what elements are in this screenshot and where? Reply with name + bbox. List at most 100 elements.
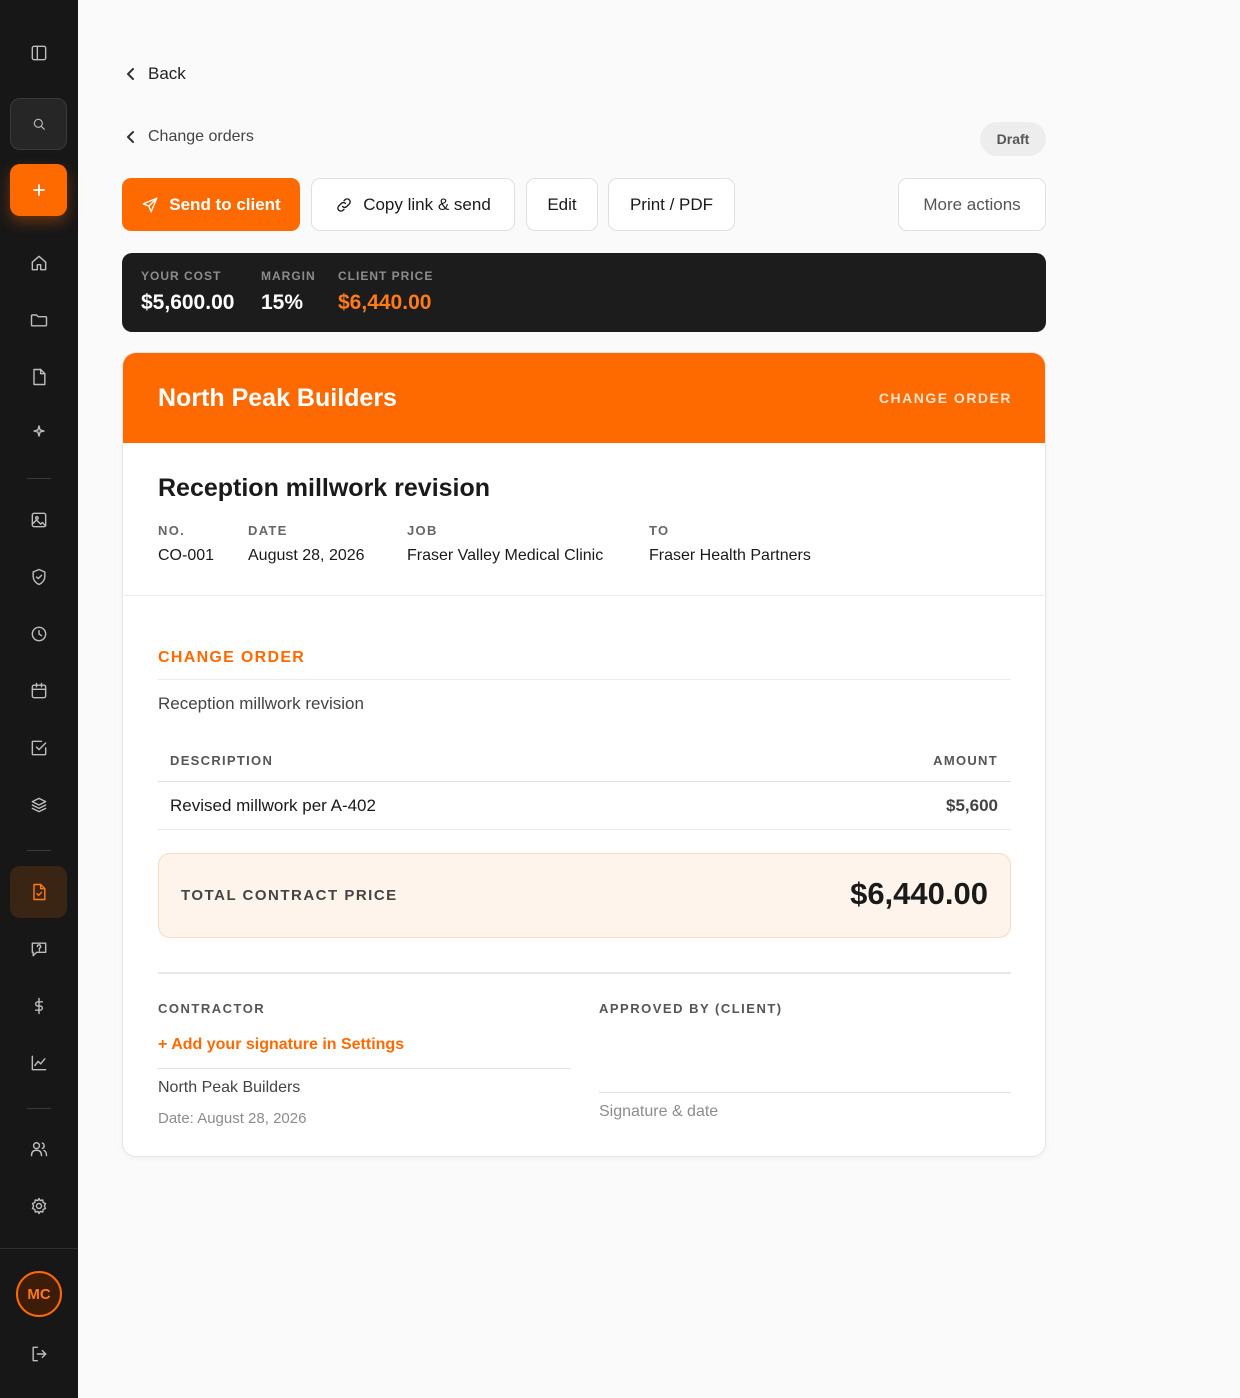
document-type: CHANGE ORDER xyxy=(878,390,1012,406)
sidebar-divider xyxy=(27,478,51,479)
contractor-date: Date: August 28, 2026 xyxy=(158,1110,307,1127)
status-badge: Draft xyxy=(980,122,1046,156)
your-cost: YOUR COST $5,600.00 xyxy=(141,269,234,315)
chart-line-icon xyxy=(31,1055,46,1071)
section-divider xyxy=(123,595,1045,596)
users-icon xyxy=(30,1142,47,1157)
chevron-left-icon xyxy=(127,68,134,80)
total-contract-price: TOTAL CONTRACT PRICE $6,440.00 xyxy=(158,853,1011,938)
sidebar-item-calendar[interactable] xyxy=(10,665,67,717)
sidebar-item-photos[interactable] xyxy=(10,494,67,546)
sidebar-item-reports[interactable] xyxy=(10,1037,67,1089)
client-signature-line xyxy=(599,1092,1011,1093)
search-icon xyxy=(33,118,45,130)
sidebar-item-documents[interactable] xyxy=(10,351,67,403)
logout-button[interactable] xyxy=(10,1328,67,1380)
back-label: Back xyxy=(148,64,186,83)
search-button[interactable] xyxy=(10,98,67,150)
pricing-summary: YOUR COST $5,600.00 MARGIN 15% CLIENT PR… xyxy=(122,253,1046,332)
sidebar-item-rfis[interactable] xyxy=(10,923,67,975)
client-price-value: $6,440.00 xyxy=(338,291,432,314)
main-content: Back Change orders Draft Send to client … xyxy=(78,0,1240,1398)
link-icon xyxy=(337,197,351,212)
file-icon xyxy=(32,368,46,386)
meta-to: TO Fraser Health Partners xyxy=(649,523,811,565)
company-name: North Peak Builders xyxy=(158,384,397,412)
client-approval-label: APPROVED BY (CLIENT) xyxy=(599,1001,783,1016)
copy-link-button[interactable]: Copy link & send xyxy=(311,178,515,231)
sidebar-item-invoices[interactable] xyxy=(10,980,67,1032)
sidebar-toggle-button[interactable] xyxy=(10,27,67,79)
breadcrumb-label: Change orders xyxy=(148,128,254,145)
meta-number: NO. CO-001 xyxy=(158,523,214,565)
margin-value: 15% xyxy=(261,291,304,314)
gear-icon xyxy=(31,1197,46,1215)
add-signature-link[interactable]: + Add your signature in Settings xyxy=(158,1036,404,1054)
section-title-divider xyxy=(158,679,1011,680)
more-actions-button[interactable]: More actions xyxy=(898,178,1046,231)
client-price-label: CLIENT PRICE xyxy=(338,269,434,283)
column-header-amount: AMOUNT xyxy=(933,753,998,768)
sidebar-item-templates[interactable] xyxy=(10,779,67,831)
sidebar-item-home[interactable] xyxy=(10,237,67,289)
folder-icon xyxy=(30,314,47,327)
line-item-description: Revised millwork per A-402 xyxy=(170,796,376,815)
more-label: More actions xyxy=(923,194,1021,214)
section-title: CHANGE ORDER xyxy=(158,649,306,666)
copy-label: Copy link & send xyxy=(363,194,491,214)
dollar-icon xyxy=(34,997,43,1015)
meta-job: JOB Fraser Valley Medical Clinic xyxy=(407,523,603,565)
margin-label: MARGIN xyxy=(261,269,316,283)
sidebar: MC xyxy=(0,0,78,1398)
sidebar-item-projects[interactable] xyxy=(10,294,67,346)
table-row-divider xyxy=(158,829,1011,830)
home-icon xyxy=(31,255,46,271)
meta-job-value: Fraser Valley Medical Clinic xyxy=(407,547,604,564)
total-label: TOTAL CONTRACT PRICE xyxy=(181,887,398,904)
back-link[interactable]: Back xyxy=(124,64,186,84)
print-pdf-button[interactable]: Print / PDF xyxy=(608,178,735,231)
breadcrumb[interactable]: Change orders xyxy=(124,128,254,146)
sidebar-footer-divider xyxy=(0,1248,78,1249)
sidebar-item-team[interactable] xyxy=(10,1123,67,1175)
line-item-amount: $5,600 xyxy=(946,796,998,815)
document-title: Reception millwork revision xyxy=(158,474,491,502)
new-item-button[interactable] xyxy=(10,164,67,216)
meta-to-value: Fraser Health Partners xyxy=(649,547,811,564)
client-price: CLIENT PRICE $6,440.00 xyxy=(338,269,433,315)
sidebar-item-timesheets[interactable] xyxy=(10,608,67,660)
table-header-divider xyxy=(158,781,1011,782)
column-header-description: DESCRIPTION xyxy=(170,753,274,768)
meta-job-label: JOB xyxy=(407,523,438,538)
shield-check-icon xyxy=(31,568,46,586)
sidebar-item-ai[interactable] xyxy=(10,405,67,457)
sidebar-divider xyxy=(27,850,51,851)
meta-date-label: DATE xyxy=(248,523,288,538)
total-value: $6,440.00 xyxy=(850,876,988,911)
contractor-label: CONTRACTOR xyxy=(158,1001,266,1016)
meta-number-value: CO-001 xyxy=(158,547,215,564)
logout-icon xyxy=(31,1346,46,1362)
sidebar-item-settings[interactable] xyxy=(10,1180,67,1232)
avatar[interactable]: MC xyxy=(16,1271,62,1317)
client-signature-caption: Signature & date xyxy=(599,1103,719,1120)
margin: MARGIN 15% xyxy=(261,269,316,315)
send-icon xyxy=(142,197,158,212)
clock-icon xyxy=(31,626,46,642)
meta-to-label: TO xyxy=(649,523,670,538)
edit-label: Edit xyxy=(547,194,577,214)
signature-divider xyxy=(158,972,1011,974)
sidebar-toggle-icon xyxy=(31,45,46,61)
send-to-client-button[interactable]: Send to client xyxy=(122,178,300,231)
sidebar-item-compliance[interactable] xyxy=(10,551,67,603)
meta-date: DATE August 28, 2026 xyxy=(248,523,365,565)
plus-icon xyxy=(32,184,45,196)
sidebar-item-tasks[interactable] xyxy=(10,722,67,774)
edit-button[interactable]: Edit xyxy=(526,178,598,231)
meta-date-value: August 28, 2026 xyxy=(248,547,365,564)
sidebar-divider xyxy=(27,1108,51,1109)
sparkle-icon xyxy=(32,425,45,437)
contractor-name: North Peak Builders xyxy=(158,1079,301,1096)
sidebar-item-change-orders[interactable] xyxy=(10,866,67,918)
image-icon xyxy=(31,512,46,528)
